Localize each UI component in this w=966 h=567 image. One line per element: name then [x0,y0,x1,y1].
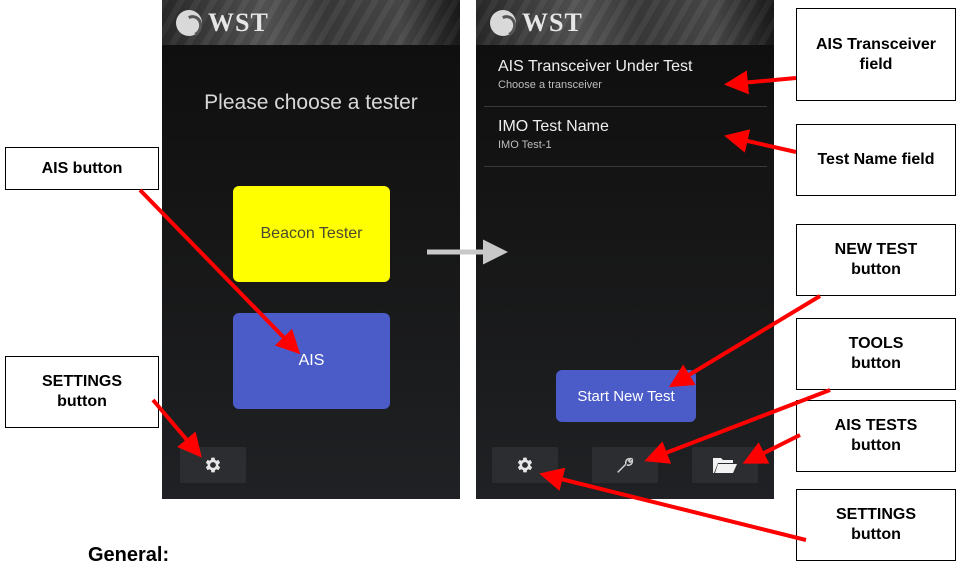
settings-right-callout: SETTINGS button [796,489,956,561]
test-name-value: IMO Test-1 [498,139,552,151]
choose-tester-prompt: Please choose a tester [204,91,418,114]
beacon-tester-button[interactable]: Beacon Tester [233,186,390,282]
ais-transceiver-value: Choose a transceiver [498,79,602,91]
wst-logo-icon [176,10,202,36]
section-caption: General: [88,544,170,566]
wrench-icon [617,457,634,473]
app-header: WST [162,0,460,45]
gear-icon [205,457,221,473]
tools-callout: TOOLS button [796,318,956,390]
ais-transceiver-callout: AIS Transceiver field [796,8,956,101]
wst-logo: WST [490,8,583,38]
settings-button[interactable] [180,447,246,483]
ais-button[interactable]: AIS [233,313,390,409]
tester-selection-screen: WST Please choose a tester Beacon Tester… [162,0,460,499]
ais-tests-callout: AIS TESTS button [796,400,956,472]
ais-transceiver-field[interactable]: AIS Transceiver Under Test Choose a tran… [484,58,767,107]
ais-test-setup-screen: WST AIS Transceiver Under Test Choose a … [476,0,774,499]
settings-left-callout: SETTINGS button [5,356,159,428]
new-test-callout: NEW TEST button [796,224,956,296]
wst-logo-icon [490,10,516,36]
folder-icon [713,458,737,473]
logo-text: WST [208,8,269,37]
test-name-callout: Test Name field [796,124,956,196]
app-header: WST [476,0,774,45]
ais-button-callout: AIS button [5,147,159,190]
ais-tests-button[interactable] [692,447,758,483]
test-name-title: IMO Test Name [498,118,609,135]
settings-button[interactable] [492,447,558,483]
tools-button[interactable] [592,447,658,483]
start-new-test-button[interactable]: Start New Test [556,370,696,422]
test-name-field[interactable]: IMO Test Name IMO Test-1 [484,118,767,167]
logo-text: WST [522,8,583,37]
gear-icon [517,457,533,473]
wst-logo: WST [176,8,269,38]
ais-transceiver-title: AIS Transceiver Under Test [498,58,693,75]
